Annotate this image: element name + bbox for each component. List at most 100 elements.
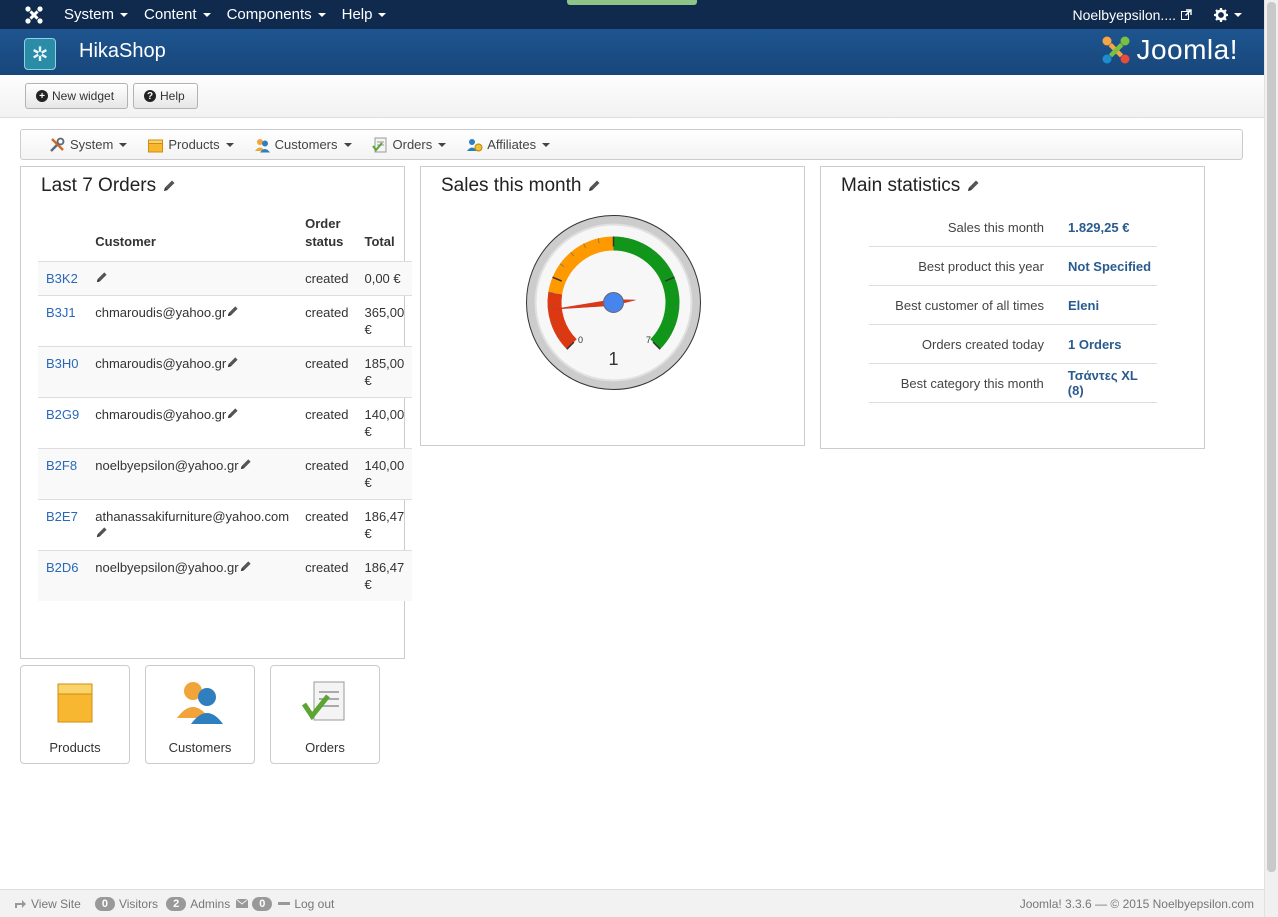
view-site-label: View Site: [31, 896, 81, 911]
hika-menu-customers[interactable]: Customers: [254, 137, 352, 153]
status-footer: View Site 0 Visitors 2 Admins 0 Log out …: [0, 889, 1264, 917]
order-number-link[interactable]: B2G9: [46, 407, 79, 422]
tile-products[interactable]: Products: [20, 665, 130, 764]
joomla-logo-icon: [1102, 36, 1130, 64]
scrollbar-thumb[interactable]: [1267, 2, 1276, 872]
page-title: HikaShop: [79, 40, 166, 62]
affiliates-icon: [467, 138, 483, 151]
main-stats-title: Main statistics: [841, 175, 980, 197]
order-total-cell: 140,00 €: [356, 397, 413, 449]
stat-value: Eleni: [1068, 297, 1100, 313]
menu-components-label: Components: [226, 6, 312, 23]
gauge-min-label: 0: [578, 335, 583, 345]
pencil-icon[interactable]: [95, 526, 108, 539]
tile-orders-label: Orders: [305, 740, 345, 755]
pencil-icon[interactable]: [95, 271, 108, 284]
order-number-link[interactable]: B2D6: [46, 560, 79, 575]
tile-customers[interactable]: Customers: [145, 665, 255, 764]
box-icon: [148, 139, 164, 152]
pencil-icon[interactable]: [239, 560, 252, 573]
logout-label: Log out: [294, 896, 335, 911]
menu-system-label: System: [64, 6, 115, 23]
pencil-icon[interactable]: [239, 458, 252, 471]
customer-cell: chmaroudis@yahoo.gr: [87, 295, 298, 347]
caret-down-icon: [317, 12, 326, 17]
menu-help[interactable]: Help: [342, 6, 387, 23]
customer-cell: [87, 261, 298, 296]
visitors-indicator: 0 Visitors: [94, 896, 159, 911]
vertical-scrollbar[interactable]: [1264, 0, 1278, 917]
order-number-link[interactable]: B3K2: [46, 271, 78, 286]
menu-components[interactable]: Components: [227, 6, 326, 23]
customer-cell: chmaroudis@yahoo.gr: [87, 397, 298, 449]
table-row: B2G9 chmaroudis@yahoo.gr created 140,00 €: [38, 397, 413, 449]
menu-content[interactable]: Content: [144, 6, 211, 23]
hika-menu-products[interactable]: Products: [147, 137, 234, 153]
stat-value: Not Specified: [1068, 258, 1152, 274]
settings-menu[interactable]: [1214, 7, 1242, 22]
order-status-cell: created: [297, 261, 357, 296]
caret-down-icon: [225, 142, 234, 147]
logout-link[interactable]: Log out: [278, 897, 334, 911]
new-widget-button[interactable]: + New widget: [25, 83, 128, 109]
order-status-cell: created: [297, 295, 357, 347]
joomla-logo-icon[interactable]: [20, 2, 48, 28]
view-site-link[interactable]: View Site: [14, 897, 81, 911]
joomla-brand-logo: Joomla!: [1100, 34, 1238, 66]
caret-down-icon: [378, 12, 387, 17]
order-status-cell: created: [297, 550, 357, 601]
gauge-value-label: 1: [608, 349, 618, 369]
tile-products-label: Products: [49, 740, 101, 755]
menu-system[interactable]: System: [64, 6, 129, 23]
hika-menu-affiliates[interactable]: Affiliates: [466, 137, 551, 153]
order-number-link[interactable]: B2F8: [46, 458, 77, 473]
order-number-link[interactable]: B3H0: [46, 356, 79, 371]
orders-table: Customer Order status Total B3K2 created 0,…: [38, 215, 413, 601]
pencil-icon[interactable]: [587, 179, 601, 193]
pencil-icon[interactable]: [966, 179, 980, 193]
tile-orders[interactable]: Orders: [270, 665, 380, 764]
sales-month-widget: Sales this month 0 7 1: [420, 166, 805, 446]
user-link[interactable]: Noelbyepsilon....: [1072, 7, 1192, 23]
stat-best-product: Best product this year Not Specified: [869, 247, 1157, 286]
customer-cell: noelbyepsilon@yahoo.gr: [87, 550, 298, 601]
order-status-cell: created: [297, 499, 357, 551]
last-orders-title-text: Last 7 Orders: [41, 175, 157, 196]
orders-table-body: B3K2 created 0,00 € B3J1 chmaroudis@yahoo.gr…: [38, 261, 413, 601]
joomla-brand-text: Joomla!: [1136, 34, 1238, 65]
gauge-hub: [603, 292, 624, 313]
admins-badge: 2: [166, 896, 187, 911]
hika-menu-orders[interactable]: Orders: [371, 137, 447, 153]
pencil-icon[interactable]: [226, 407, 239, 420]
caret-down-icon: [202, 12, 211, 17]
caret-down-icon: [343, 142, 352, 147]
order-number-link[interactable]: B2E7: [46, 509, 78, 524]
visitors-label: Visitors: [118, 896, 159, 911]
pencil-icon[interactable]: [226, 356, 239, 369]
table-row: B3K2 created 0,00 €: [38, 261, 413, 296]
admins-label: Admins: [190, 896, 231, 911]
messages-badge: 0: [252, 896, 273, 911]
loading-indicator: [567, 0, 697, 5]
orders-document-icon: [301, 681, 345, 721]
order-number-cell: B3K2: [38, 261, 88, 296]
help-button[interactable]: ? Help: [133, 83, 198, 109]
customer-email: chmaroudis@yahoo.gr: [95, 356, 227, 371]
order-number-link[interactable]: B3J1: [46, 305, 76, 320]
stat-label: Best customer of all times: [895, 297, 1044, 313]
pencil-icon[interactable]: [226, 305, 239, 318]
stat-value: Τσάντες XL (8): [1067, 368, 1138, 398]
hika-menu-customers-label: Customers: [274, 137, 338, 152]
order-total-cell: 140,00 €: [356, 448, 413, 500]
menu-help-label: Help: [341, 6, 373, 23]
customer-email: noelbyepsilon@yahoo.gr: [95, 560, 239, 575]
hika-menu-system[interactable]: System: [49, 137, 128, 153]
pencil-icon[interactable]: [162, 179, 176, 193]
caret-down-icon: [542, 142, 551, 147]
messages-indicator[interactable]: 0: [236, 896, 276, 911]
order-number-cell: B2G9: [38, 397, 88, 449]
users-icon: [177, 682, 223, 724]
order-status-cell: created: [297, 448, 357, 500]
gauge-max-label: 7: [646, 335, 651, 345]
order-number-cell: B2E7: [38, 499, 88, 551]
